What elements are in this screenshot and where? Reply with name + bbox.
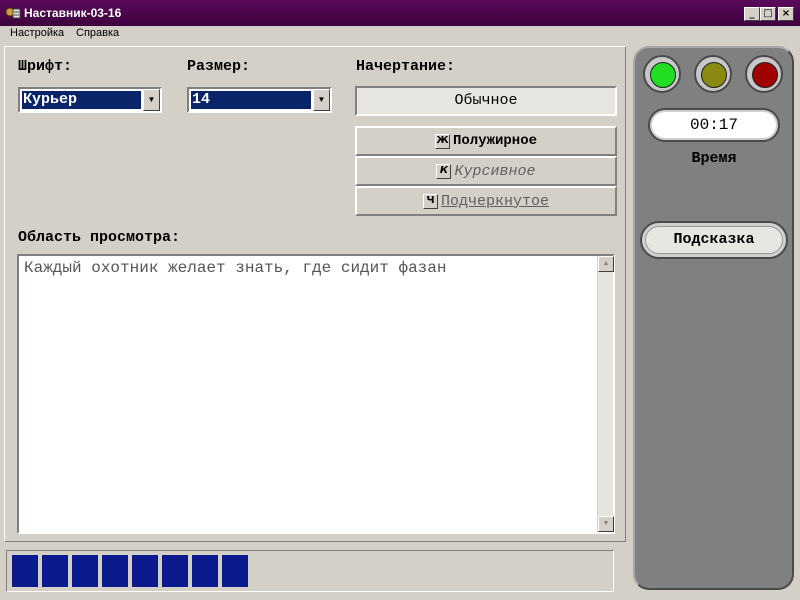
status-light-green	[643, 55, 681, 93]
yellow-light-icon	[701, 62, 727, 88]
maximize-button[interactable]: □	[760, 7, 776, 21]
scroll-up-icon[interactable]: ▲	[598, 256, 614, 272]
size-select[interactable]: 14 ▼	[187, 87, 332, 113]
minimize-button[interactable]: _	[744, 7, 760, 21]
underline-key-badge: Ч	[422, 193, 438, 209]
menu-help[interactable]: Справка	[76, 27, 119, 39]
bold-key-badge: Ж	[434, 133, 450, 149]
hint-button[interactable]: Подсказка	[640, 221, 788, 259]
size-select-value: 14	[191, 91, 311, 109]
progress-block	[132, 555, 158, 587]
size-label: Размер:	[187, 58, 251, 75]
current-style-display: Обычное	[355, 86, 617, 116]
progress-block	[42, 555, 68, 587]
preview-scrollbar[interactable]: ▲ ▼	[597, 256, 614, 532]
chevron-down-icon[interactable]: ▼	[313, 89, 330, 111]
status-light-red	[745, 55, 783, 93]
underline-button[interactable]: Ч Подчеркнутое	[355, 186, 617, 216]
timer-box: 00:17	[648, 108, 780, 142]
preview-area[interactable]: Каждый охотник желает знать, где сидит ф…	[17, 254, 615, 534]
italic-label: Курсивное	[454, 162, 536, 180]
progress-panel	[6, 550, 614, 592]
hint-button-label: Подсказка	[645, 226, 783, 254]
red-light-icon	[752, 62, 778, 88]
window-title: Наставник-03-16	[24, 6, 122, 20]
italic-button[interactable]: К Курсивное	[355, 156, 617, 186]
app-icon	[5, 6, 21, 20]
preview-label: Область просмотра:	[18, 229, 181, 246]
progress-block	[12, 555, 38, 587]
green-light-icon	[650, 62, 676, 88]
font-select-value: Курьер	[22, 91, 141, 109]
scroll-down-icon[interactable]: ▼	[598, 516, 614, 532]
progress-block	[102, 555, 128, 587]
progress-block	[162, 555, 188, 587]
chevron-down-icon[interactable]: ▼	[143, 89, 160, 111]
style-label: Начертание:	[356, 58, 456, 75]
progress-block	[192, 555, 218, 587]
progress-block	[222, 555, 248, 587]
bold-label: Полужирное	[452, 133, 537, 149]
preview-text: Каждый охотник желает знать, где сидит ф…	[24, 259, 447, 277]
bold-button[interactable]: Ж Полужирное	[355, 126, 617, 156]
title-bar[interactable]: Наставник-03-16 _ □ ×	[0, 0, 800, 26]
underline-label: Подчеркнутое	[440, 192, 550, 210]
progress-block	[72, 555, 98, 587]
menu-bar: Настройка Справка	[0, 26, 800, 42]
close-button[interactable]: ×	[778, 7, 794, 21]
font-label: Шрифт:	[18, 58, 73, 75]
time-label: Время	[691, 150, 737, 167]
status-light-yellow	[694, 55, 732, 93]
italic-key-badge: К	[436, 163, 452, 179]
font-select[interactable]: Курьер ▼	[18, 87, 162, 113]
timer-value: 00:17	[652, 112, 776, 138]
menu-settings[interactable]: Настройка	[10, 27, 64, 39]
